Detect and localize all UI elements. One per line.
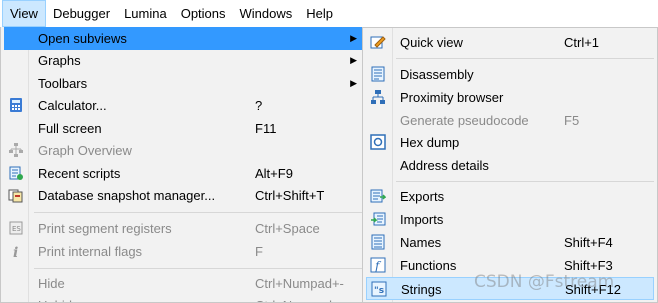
menu-item-names[interactable]: Names Shift+F4 (366, 231, 654, 254)
menu-item-label: Quick view (400, 35, 463, 50)
strings-icon: "s (371, 281, 387, 297)
menu-item-quick-view[interactable]: Quick view Ctrl+1 (366, 31, 654, 54)
menu-item-database-snapshot-manager[interactable]: Database snapshot manager... Ctrl+Shift+… (4, 184, 362, 207)
menu-item-label: Strings (401, 282, 442, 297)
menu-item-label: Database snapshot manager... (38, 188, 216, 203)
menu-item-label: Full screen (38, 121, 102, 136)
menu-item-print-internal-flags[interactable]: i Print internal flags F (4, 240, 362, 263)
proximity-icon (370, 89, 386, 105)
names-icon (370, 234, 386, 250)
open-subviews-submenu: Quick view Ctrl+1 Disassembly Proximity … (362, 27, 658, 303)
menu-debugger[interactable]: Debugger (46, 0, 117, 27)
menu-item-label: Address details (400, 158, 489, 173)
menu-item-toolbars[interactable]: Toolbars ▶ (4, 72, 362, 95)
menu-windows[interactable]: Windows (233, 0, 300, 27)
menu-options[interactable]: Options (174, 0, 233, 27)
menu-item-label: Print segment registers (38, 221, 172, 236)
recent-scripts-icon (8, 165, 24, 181)
menu-separator (34, 212, 362, 213)
functions-icon: f (370, 257, 386, 273)
menu-item-address-details[interactable]: Address details (366, 154, 654, 177)
hex-dump-icon (370, 134, 386, 150)
menu-item-label: Functions (400, 258, 457, 273)
quick-view-icon (370, 34, 386, 50)
menu-item-shortcut: ? (255, 98, 263, 113)
menu-view[interactable]: View (2, 0, 46, 27)
segment-registers-icon: ES (8, 220, 24, 236)
watermark: CSDN @Fstream (474, 272, 615, 292)
menu-item-label: Hex dump (400, 135, 460, 150)
menu-separator (396, 58, 654, 59)
view-dropdown: Open subviews ▶ Graphs ▶ Toolbars ▶ Calc… (0, 27, 366, 303)
submenu-arrow-icon: ▶ (350, 33, 357, 43)
menu-item-disassembly[interactable]: Disassembly (366, 63, 654, 86)
menu-separator (396, 181, 654, 182)
menu-item-label: Graphs (38, 53, 81, 68)
menu-item-calculator[interactable]: Calculator... ? (4, 94, 362, 117)
menu-item-label: Imports (400, 212, 444, 227)
snapshot-icon (8, 187, 24, 203)
menu-item-open-subviews[interactable]: Open subviews ▶ (4, 27, 362, 50)
svg-text:i: i (13, 245, 18, 259)
exports-icon (370, 188, 387, 204)
menu-item-shortcut: F11 (255, 121, 277, 136)
menu-item-full-screen[interactable]: Full screen F11 (4, 117, 362, 140)
submenu-arrow-icon: ▶ (350, 55, 357, 65)
imports-icon (370, 211, 386, 227)
menu-item-graph-overview[interactable]: Graph Overview (4, 139, 362, 162)
menu-item-proximity-browser[interactable]: Proximity browser (366, 86, 654, 109)
svg-text:ES: ES (12, 225, 21, 233)
menu-item-shortcut: Alt+F9 (255, 166, 293, 181)
menu-item-print-segment-registers[interactable]: ES Print segment registers Ctrl+Space (4, 217, 362, 240)
submenu-arrow-icon: ▶ (350, 78, 357, 88)
menu-item-imports[interactable]: Imports (366, 208, 654, 231)
menu-item-recent-scripts[interactable]: Recent scripts Alt+F9 (4, 162, 362, 185)
menu-item-shortcut: Ctrl+Space (255, 221, 320, 236)
menu-item-graphs[interactable]: Graphs ▶ (4, 49, 362, 72)
menu-item-label: Disassembly (400, 67, 474, 82)
menu-item-label: Proximity browser (400, 90, 504, 105)
menu-item-shortcut: F5 (564, 113, 580, 128)
menu-item-label: Names (400, 235, 442, 250)
menu-item-shortcut: Ctrl+Shift+T (255, 188, 325, 203)
menu-item-shortcut: Ctrl+1 (564, 35, 600, 50)
menu-item-label: Hide (38, 276, 65, 291)
menu-item-exports[interactable]: Exports (366, 185, 654, 208)
disassembly-icon (370, 66, 386, 82)
menu-item-hex-dump[interactable]: Hex dump (366, 131, 654, 154)
svg-text:"s: "s (374, 286, 384, 296)
graph-overview-icon (8, 142, 24, 158)
menu-item-hide[interactable]: Hide Ctrl+Numpad+- (4, 272, 362, 295)
menubar: View Debugger Lumina Options Windows Hel… (0, 0, 658, 27)
menu-item-label: Toolbars (38, 76, 88, 91)
menu-item-label: Generate pseudocode (400, 113, 529, 128)
menu-separator (34, 268, 362, 269)
menu-item-shortcut: Ctrl+Numpad++ (255, 294, 347, 302)
calculator-icon (8, 97, 24, 113)
menu-item-label: Graph Overview (38, 143, 132, 158)
menu-item-label: Unhide (38, 294, 79, 302)
menu-item-label: Open subviews (38, 31, 127, 46)
menu-item-label: Print internal flags (38, 244, 143, 259)
menu-item-label: Recent scripts (38, 166, 121, 181)
menu-item-generate-pseudocode[interactable]: Generate pseudocode F5 (366, 109, 654, 132)
info-icon: i (8, 243, 24, 261)
menu-item-label: Calculator... (38, 98, 107, 113)
menu-item-shortcut: Ctrl+Numpad+- (255, 276, 344, 291)
menu-help[interactable]: Help (299, 0, 340, 27)
menu-item-label: Exports (400, 189, 445, 204)
menu-item-unhide[interactable]: Unhide Ctrl+Numpad++ (4, 294, 362, 302)
menu-item-shortcut: Shift+F4 (564, 235, 613, 250)
menu-lumina[interactable]: Lumina (117, 0, 174, 27)
menu-item-shortcut: F (255, 244, 263, 259)
